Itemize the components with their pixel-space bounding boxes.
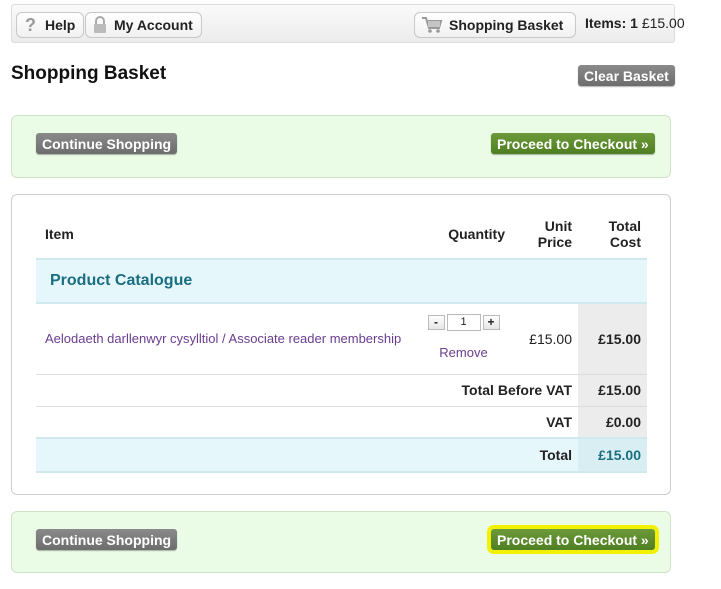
items-count: 1 [630,15,638,31]
unit-price-cell: £15.00 [511,303,578,375]
quantity-input[interactable]: 1 [446,313,481,331]
shopping-basket-label: Shopping Basket [449,17,564,33]
vat-row: VAT £0.00 [36,406,647,439]
continue-shopping-button-top[interactable]: Continue Shopping [36,133,178,154]
proceed-to-checkout-button-top[interactable]: Proceed to Checkout » [491,133,655,154]
category-row: Product Catalogue [36,258,647,304]
page-title: Shopping Basket [11,63,167,84]
total-cost-header: Total Cost [608,217,641,250]
shopping-basket-button[interactable]: Shopping Basket [414,12,577,38]
vat-value: £0.00 [578,406,647,439]
quantity-cell: - 1 + Remove [416,303,511,375]
top-toolbar: ? Help My Account Shopping Basket Items:… [11,4,685,43]
item-header: Item [45,225,74,242]
increase-quantity-button[interactable]: + [482,314,500,330]
bottom-action-panel: Continue Shopping Proceed to Checkout » [11,511,671,573]
my-account-label: My Account [114,17,193,33]
table-row: Aelodaeth darllenwyr cysylltiol / Associ… [36,303,647,375]
unit-price-header: Unit Price [537,217,572,250]
items-total: £15.00 [641,15,685,31]
before-vat-value: £15.00 [578,374,647,407]
category-title: Product Catalogue [36,258,647,304]
help-icon: ? [21,15,41,35]
continue-shopping-button-bottom[interactable]: Continue Shopping [36,529,178,550]
vat-label: VAT [36,406,578,439]
decrease-quantity-button[interactable]: - [427,314,445,330]
basket-panel: Item Quantity Unit Price Total Cost Produc… [11,194,671,495]
basket-table: Item Quantity Unit Price Total Cost Produc… [36,209,647,473]
my-account-button[interactable]: My Account [85,12,202,38]
total-value: £15.00 [578,437,647,473]
table-header-row: Item Quantity Unit Price Total Cost [36,209,647,259]
svg-text:?: ? [25,16,36,34]
remove-link[interactable]: Remove [422,345,505,360]
help-button[interactable]: ? Help [16,12,85,38]
lock-icon [90,15,110,35]
before-vat-row: Total Before VAT £15.00 [36,374,647,407]
proceed-to-checkout-button-bottom[interactable]: Proceed to Checkout » [491,529,655,550]
cart-icon [419,15,445,35]
help-label: Help [45,17,76,33]
item-total-cell: £15.00 [578,303,647,375]
quantity-stepper: - 1 + [422,313,505,331]
total-label: Total [36,437,578,473]
basket-summary: Items: 1 £15.00 [585,15,685,31]
top-action-panel: Continue Shopping Proceed to Checkout » [11,115,671,178]
clear-basket-button[interactable]: Clear Basket [578,65,675,86]
before-vat-label: Total Before VAT [36,374,578,407]
product-link[interactable]: Aelodaeth darllenwyr cysylltiol / Associ… [45,331,401,346]
items-label: Items: [585,15,627,31]
total-row: Total £15.00 [36,437,647,473]
quantity-header: Quantity [448,225,505,242]
